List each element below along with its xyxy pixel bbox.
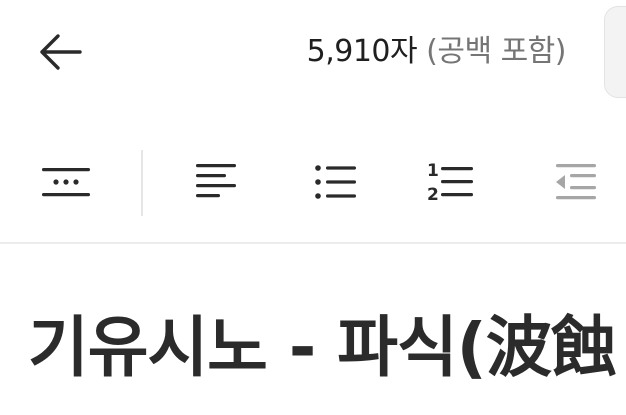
svg-text:1: 1 bbox=[427, 161, 439, 181]
outdent-icon bbox=[556, 164, 596, 200]
toolbar-divider bbox=[0, 242, 626, 244]
numbered-list-icon: 1 2 bbox=[427, 161, 473, 205]
character-count: 5,910자 (공백 포함) bbox=[306, 30, 567, 74]
page-break-icon bbox=[42, 168, 90, 197]
toolbar-separator bbox=[141, 150, 143, 216]
formatting-toolbar: 1 2 bbox=[0, 128, 626, 240]
align-left-icon bbox=[196, 164, 236, 198]
svg-text:2: 2 bbox=[427, 185, 439, 205]
bulleted-list-icon bbox=[315, 165, 356, 199]
outdent-button[interactable] bbox=[540, 150, 612, 214]
editor-header: 5,910자 (공백 포함) bbox=[0, 0, 626, 104]
arrow-left-icon bbox=[40, 34, 82, 70]
numbered-list-button[interactable]: 1 2 bbox=[415, 150, 487, 214]
document-title[interactable]: 기유시노 - 파식(波蝕 bbox=[28, 300, 617, 396]
header-action-button[interactable] bbox=[604, 6, 626, 98]
back-button[interactable] bbox=[28, 24, 92, 80]
character-count-note: (공백 포함) bbox=[426, 34, 566, 69]
page-break-button[interactable] bbox=[30, 150, 102, 214]
bulleted-list-button[interactable] bbox=[300, 150, 372, 214]
align-left-button[interactable] bbox=[180, 150, 252, 214]
editor-screen: 5,910자 (공백 포함) 1 2 기유시노 - 파식(波蝕 bbox=[0, 0, 626, 415]
character-count-value: 5,910자 bbox=[306, 34, 418, 69]
